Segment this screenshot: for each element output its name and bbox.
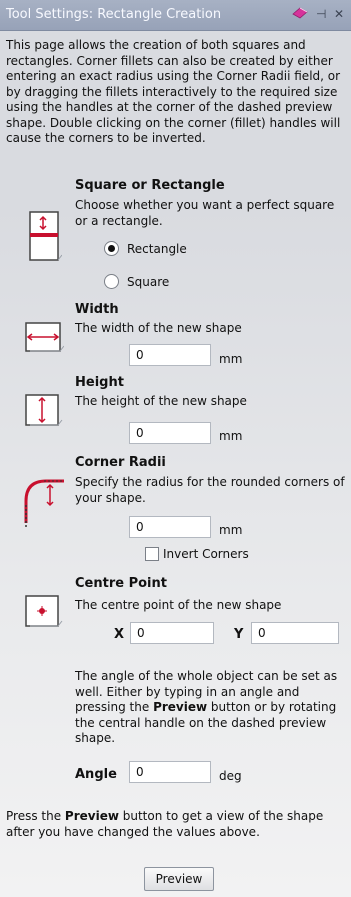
centre-y-label: Y: [234, 627, 244, 642]
height-section-desc: The height of the new shape: [75, 394, 247, 408]
corner-section-title: Corner Radii: [75, 455, 166, 470]
rectangle-radio-button[interactable]: [104, 241, 119, 256]
width-icon: [24, 321, 65, 360]
invert-corners-toggle[interactable]: Invert Corners: [145, 547, 249, 561]
preview-note-bold: Preview: [64, 809, 119, 823]
shape-section-desc: Choose whether you want a perfect square…: [75, 198, 335, 228]
preview-note-before: Press the: [6, 809, 65, 823]
centre-section-desc: The centre point of the new shape: [75, 598, 282, 612]
width-unit: mm: [219, 352, 243, 366]
radio-rectangle[interactable]: Rectangle: [104, 241, 187, 256]
shape-section-title: Square or Rectangle: [75, 178, 225, 193]
corner-unit: mm: [219, 523, 243, 537]
height-unit: mm: [219, 429, 243, 443]
centre-x-input[interactable]: [130, 622, 214, 644]
width-input[interactable]: [129, 344, 211, 366]
height-icon: [24, 393, 64, 434]
radio-square[interactable]: Square: [104, 274, 169, 289]
invert-corners-label: Invert Corners: [163, 547, 249, 561]
centre-section-title: Centre Point: [75, 576, 167, 591]
height-input[interactable]: [129, 422, 211, 444]
centre-x-label: X: [114, 627, 125, 642]
square-or-rectangle-icon: [28, 211, 63, 268]
preview-button[interactable]: Preview: [144, 867, 214, 891]
angle-desc-bold: Preview: [153, 700, 208, 714]
invert-corners-checkbox[interactable]: [145, 547, 159, 561]
square-radio-button[interactable]: [104, 274, 119, 289]
corner-radii-icon: [20, 475, 66, 530]
height-section-title: Height: [75, 375, 124, 390]
angle-unit: deg: [219, 769, 242, 783]
preview-note: Press the Preview button to get a view o…: [6, 809, 346, 840]
angle-input[interactable]: [129, 761, 211, 783]
angle-label: Angle: [75, 767, 117, 782]
centre-y-input[interactable]: [251, 622, 339, 644]
pin-icon[interactable]: ⊣: [316, 7, 326, 21]
page-icon: [292, 6, 308, 23]
close-icon[interactable]: ✕: [334, 7, 344, 21]
width-section-desc: The width of the new shape: [75, 321, 242, 335]
corner-radius-input[interactable]: [129, 516, 211, 538]
panel-title-bar: Tool Settings: Rectangle Creation ⊣ ✕: [0, 0, 351, 31]
square-radio-label: Square: [127, 274, 170, 289]
width-section-title: Width: [75, 302, 119, 317]
corner-section-desc: Specify the radius for the rounded corne…: [75, 475, 345, 505]
intro-text: This page allows the creation of both sq…: [6, 38, 341, 145]
angle-desc: The angle of the whole object can be set…: [75, 669, 345, 747]
rectangle-radio-label: Rectangle: [127, 241, 187, 256]
centre-point-icon: [24, 594, 64, 633]
panel-title: Tool Settings: Rectangle Creation: [6, 7, 222, 22]
